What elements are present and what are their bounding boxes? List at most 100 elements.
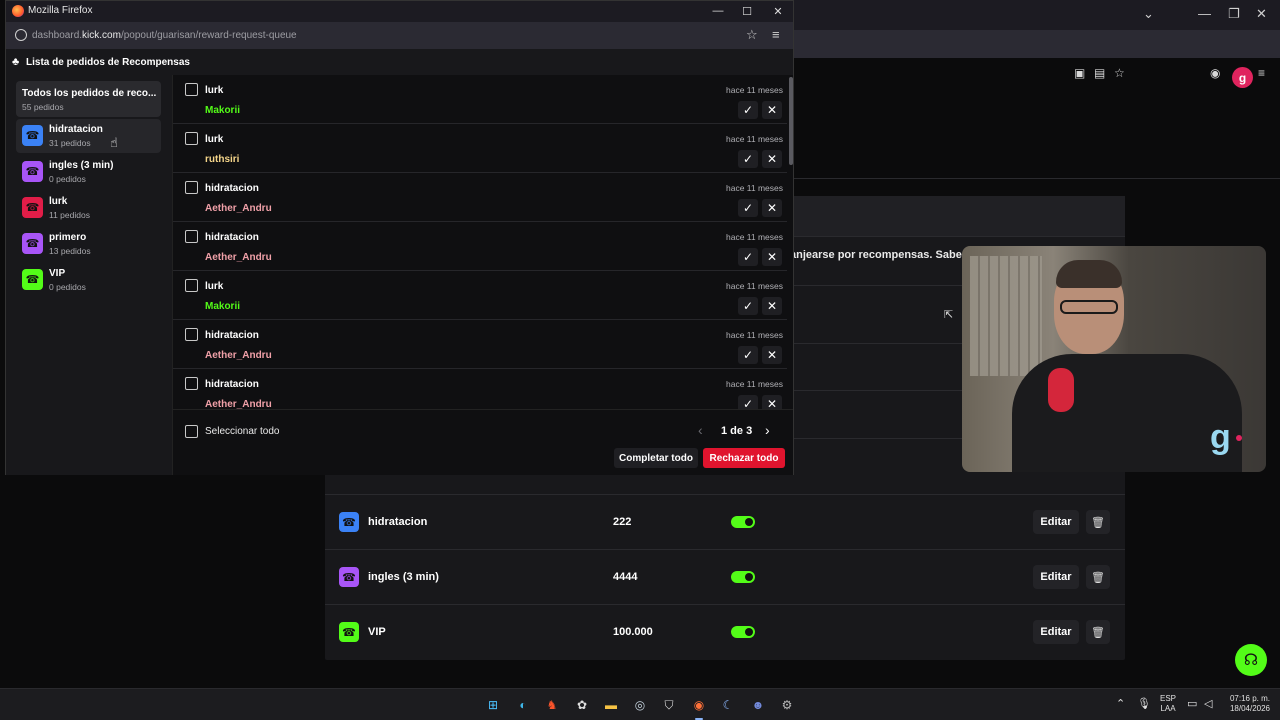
edit-button[interactable]: Editar	[1033, 565, 1079, 589]
popup-titlebar: Mozilla Firefox — ☐ ✕	[6, 1, 793, 22]
queue-item-user[interactable]: Makorii	[205, 301, 240, 312]
reject-close-icon[interactable]: ✕	[762, 395, 782, 409]
select-all-checkbox[interactable]	[185, 425, 198, 438]
accept-check-icon[interactable]: ✓	[738, 395, 758, 409]
webcam-person-glasses	[1060, 300, 1118, 314]
chatgpt-icon[interactable]: ✿	[573, 696, 591, 714]
accept-check-icon[interactable]: ✓	[738, 346, 758, 364]
queue-item-reward: hidratacion	[205, 379, 259, 390]
reject-close-icon[interactable]: ✕	[762, 199, 782, 217]
external-link-icon[interactable]: ⇱	[944, 308, 953, 321]
sidebar-item-vip[interactable]: ☎ VIP 0 pedidos	[16, 263, 161, 297]
accept-check-icon[interactable]: ✓	[738, 150, 758, 168]
reward-row: ☎ hidratacion 222 Editar 🗑	[325, 494, 1125, 549]
popup-urlbar[interactable]: dashboard.kick.com/popout/guarisan/rewar…	[6, 22, 793, 49]
accept-check-icon[interactable]: ✓	[738, 199, 758, 217]
reward-enabled-toggle[interactable]	[731, 571, 755, 583]
reader-view-icon[interactable]: ▤	[1094, 66, 1105, 80]
edit-button[interactable]: Editar	[1033, 510, 1079, 534]
minimize-button[interactable]: —	[708, 3, 728, 19]
complete-all-button[interactable]: Completar todo	[614, 448, 698, 468]
queue-item-checkbox[interactable]	[185, 328, 198, 341]
bookmark-star-icon[interactable]: ☆	[746, 27, 758, 43]
show-hidden-icons-chevron-icon[interactable]: ⌃	[1116, 697, 1125, 710]
queue-item-checkbox[interactable]	[185, 181, 198, 194]
accept-check-icon[interactable]: ✓	[738, 101, 758, 119]
reject-close-icon[interactable]: ✕	[762, 346, 782, 364]
next-page-chevron-icon[interactable]: ›	[765, 422, 770, 438]
reject-close-icon[interactable]: ✕	[762, 150, 782, 168]
windows-start-icon[interactable]: ⊞	[484, 696, 502, 714]
select-all-label[interactable]: Seleccionar todo	[205, 426, 280, 437]
reject-all-button[interactable]: Rechazar todo	[703, 448, 785, 468]
settings-gear-icon[interactable]: ⚙	[778, 696, 796, 714]
cursor-editor-icon[interactable]: ☾	[719, 696, 737, 714]
queue-item-user[interactable]: Aether_Andru	[205, 203, 272, 214]
queue-item-checkbox[interactable]	[185, 377, 198, 390]
picture-in-picture-icon[interactable]: ▣	[1074, 66, 1085, 80]
queue-item-checkbox[interactable]	[185, 132, 198, 145]
queue-item-user[interactable]: Makorii	[205, 105, 240, 116]
sidebar-item-count: 0 pedidos	[49, 174, 86, 184]
account-icon[interactable]: ◉	[1210, 66, 1220, 80]
system-clock[interactable]: 07:16 p. m. 18/04/2026	[1226, 694, 1270, 714]
microphone-icon[interactable]: 🎙	[1137, 697, 1151, 710]
queue-item-time: hace 11 meses	[725, 85, 783, 95]
sidebar-item-label: Todos los pedidos de reco...	[22, 88, 157, 99]
reward-enabled-toggle[interactable]	[731, 626, 755, 638]
edit-button[interactable]: Editar	[1033, 620, 1079, 644]
network-icon[interactable]: ▭	[1187, 697, 1197, 710]
sidebar-item-all[interactable]: Todos los pedidos de reco... 55 pedidos	[16, 81, 161, 117]
accept-check-icon[interactable]: ✓	[738, 248, 758, 266]
discord-icon[interactable]: ☻	[749, 696, 767, 714]
volume-icon[interactable]: ◁	[1204, 697, 1212, 710]
app-menu-icon[interactable]: ≡	[1258, 66, 1265, 80]
close-button[interactable]: ✕	[768, 3, 788, 19]
clock-time: 07:16 p. m.	[1229, 694, 1270, 703]
close-button[interactable]: ✕	[1256, 6, 1267, 22]
reject-close-icon[interactable]: ✕	[762, 248, 782, 266]
shield-icon[interactable]: ⛉	[660, 696, 678, 714]
queue-item-user[interactable]: Aether_Andru	[205, 399, 272, 409]
queue-item: hidratacion Aether_Andru hace 11 meses ✓…	[173, 320, 787, 369]
reject-close-icon[interactable]: ✕	[762, 101, 782, 119]
restore-button[interactable]: ❐	[1228, 6, 1240, 22]
prev-page-chevron-icon[interactable]: ‹	[698, 422, 703, 438]
edge-browser-icon[interactable]: ◐	[514, 696, 532, 714]
bookmark-star-icon[interactable]: ☆	[1114, 66, 1125, 80]
queue-item-checkbox[interactable]	[185, 230, 198, 243]
trash-icon[interactable]: 🗑	[1086, 510, 1110, 534]
reward-enabled-toggle[interactable]	[731, 516, 755, 528]
gift-icon: ☎	[22, 233, 43, 254]
queue-scrollbar[interactable]	[789, 77, 793, 165]
maximize-button[interactable]: ☐	[737, 3, 757, 19]
webcam-window-blinds	[970, 256, 1042, 376]
sidebar-item-hidratacion[interactable]: ☎ hidratacion 31 pedidos	[16, 119, 161, 153]
app-menu-icon[interactable]: ≡	[772, 27, 780, 42]
tab-list-chevron-icon[interactable]: ⌄	[1143, 6, 1154, 22]
site-info-icon[interactable]	[15, 29, 27, 41]
user-avatar[interactable]: g	[1232, 67, 1253, 88]
firefox-icon[interactable]: ◉	[690, 696, 708, 714]
minimize-button[interactable]: —	[1198, 6, 1211, 21]
file-explorer-icon[interactable]: ▬	[602, 696, 620, 714]
queue-item-checkbox[interactable]	[185, 279, 198, 292]
brave-browser-icon[interactable]: ♞	[543, 696, 561, 714]
accept-check-icon[interactable]: ✓	[738, 297, 758, 315]
reject-close-icon[interactable]: ✕	[762, 297, 782, 315]
queue-item-user[interactable]: Aether_Andru	[205, 350, 272, 361]
input-language[interactable]: ESP LAA	[1160, 694, 1176, 714]
sidebar-item-primero[interactable]: ☎ primero 13 pedidos	[16, 227, 161, 261]
sidebar-item-lurk[interactable]: ☎ lurk 11 pedidos	[16, 191, 161, 225]
browser-urlbar[interactable]: ▣ ▤ ☆ ◉ ⬡ ≡	[794, 30, 1280, 80]
help-chat-button[interactable]: ☊	[1235, 644, 1267, 676]
queue-item-user[interactable]: Aether_Andru	[205, 252, 272, 263]
queue-item: lurk Makorii hace 11 meses ✓ ✕	[173, 271, 787, 320]
queue-item-checkbox[interactable]	[185, 83, 198, 96]
steam-icon[interactable]: ◎	[631, 696, 649, 714]
trash-icon[interactable]: 🗑	[1086, 565, 1110, 589]
trash-icon[interactable]: 🗑	[1086, 620, 1110, 644]
queue-item-user[interactable]: ruthsiri	[205, 154, 239, 165]
sidebar-item-ingles[interactable]: ☎ ingles (3 min) 0 pedidos	[16, 155, 161, 189]
url-text: dashboard.kick.com/popout/guarisan/rewar…	[32, 30, 297, 41]
